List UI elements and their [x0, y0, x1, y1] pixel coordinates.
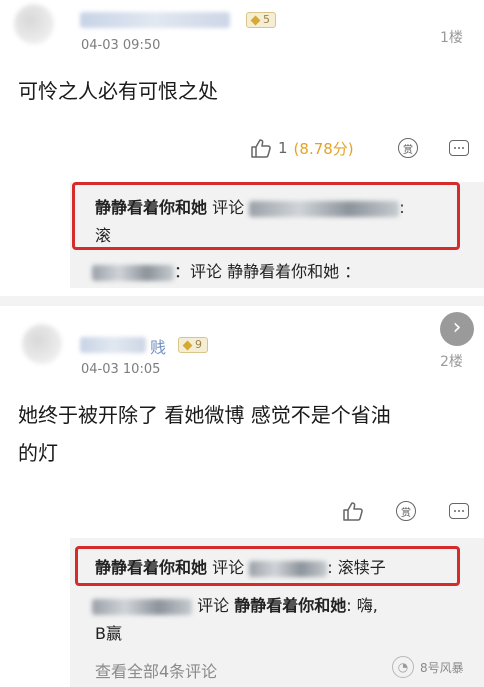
username[interactable] [80, 12, 230, 28]
reply-verb: 评论 [197, 596, 230, 615]
reply-item[interactable]: 静静看着你和她 评论 : 滚犊子 [95, 556, 386, 580]
like-count: 1 [278, 139, 288, 157]
reward-button[interactable]: 赏 [396, 501, 416, 521]
comment-button[interactable] [449, 140, 469, 156]
reply-text: 滚犊子 [337, 558, 386, 577]
reply-sep: ： [344, 262, 361, 281]
wechat-logo-icon: ◔ [392, 656, 414, 678]
blurred-username [249, 560, 328, 577]
avatar[interactable] [22, 324, 62, 364]
reward-icon-label: 赏 [401, 507, 411, 519]
blurred-username [92, 598, 192, 615]
reply-sep: : [399, 198, 405, 217]
reply-sep: : [346, 596, 352, 615]
timestamp: 04-03 10:05 [81, 362, 161, 377]
timestamp: 04-03 09:50 [81, 38, 161, 53]
watermark: ◔ 8号风暴 [392, 656, 464, 678]
watermark-text: 8号风暴 [420, 660, 464, 675]
blurred-username [249, 200, 400, 217]
blurred-username [92, 264, 174, 281]
comment-text: 可怜之人必有可恨之处 [18, 79, 218, 103]
comment-divider [0, 296, 484, 306]
username[interactable] [80, 337, 146, 353]
reply-verb: 评论 [212, 558, 245, 577]
reply-prefix: ：评论 [174, 262, 223, 281]
comment-text: 的灯 [18, 441, 58, 465]
reply-sep: : [327, 558, 333, 577]
like-button[interactable] [342, 499, 364, 523]
like-score: (8.78分) [293, 139, 354, 158]
level-number: 5 [263, 13, 270, 26]
level-badge: 9 [178, 337, 208, 353]
gem-icon [250, 15, 261, 25]
reply-author[interactable]: 静静看着你和她 [95, 198, 207, 217]
reply-target[interactable]: 静静看着你和她 [234, 596, 346, 615]
level-number: 9 [195, 338, 202, 351]
reply-item[interactable]: 评论 静静看着你和她: 嗨, [92, 594, 378, 618]
reward-icon-label: 赏 [403, 144, 413, 156]
reply-item[interactable]: 静静看着你和她 评论 : [95, 196, 405, 220]
username-suffix: 贱 [150, 338, 167, 357]
reply-author[interactable]: 静静看着你和她 [95, 558, 207, 577]
level-badge: 5 [246, 12, 276, 28]
thumbs-up-icon [251, 139, 271, 158]
reply-text: B赢 [95, 624, 122, 643]
avatar[interactable] [14, 4, 54, 44]
comment-text: 她终于被开除了 看她微博 感觉不是个省油 [18, 403, 391, 427]
next-button[interactable]: › [440, 312, 474, 346]
gem-icon [182, 340, 193, 350]
view-all-comments-link[interactable]: 查看全部4条评论 [95, 658, 217, 682]
reply-target[interactable]: 静静看着你和她 [227, 262, 339, 281]
floor-number: 2楼 [440, 354, 463, 370]
floor-number: 1楼 [440, 30, 463, 46]
reward-button[interactable]: 赏 [398, 138, 418, 158]
reply-verb: 评论 [212, 198, 245, 217]
thumbs-up-icon [343, 502, 363, 521]
reply-text: 滚 [95, 226, 112, 245]
reply-text: 嗨, [356, 596, 378, 615]
reply-item[interactable]: ：评论 静静看着你和她 ： [92, 260, 360, 284]
chevron-right-icon: › [452, 315, 462, 340]
like-button[interactable]: 1 (8.78分) [250, 136, 354, 160]
comment-button[interactable] [449, 503, 469, 519]
